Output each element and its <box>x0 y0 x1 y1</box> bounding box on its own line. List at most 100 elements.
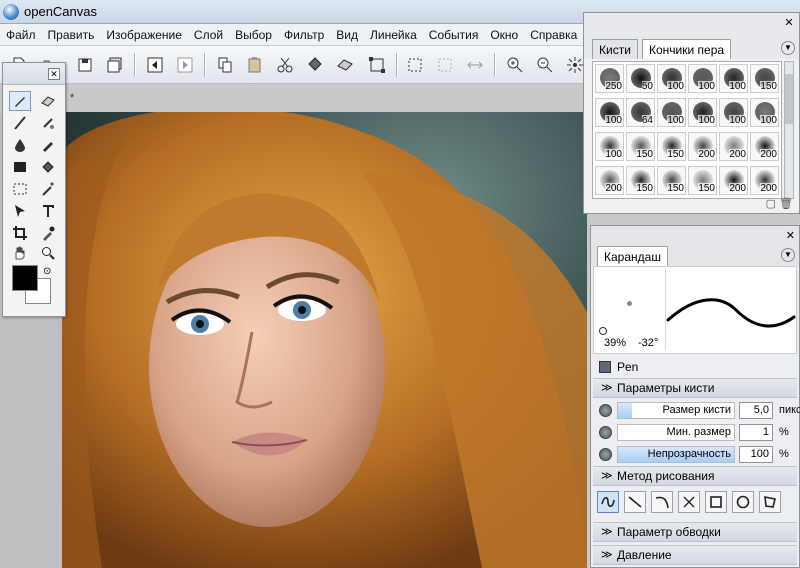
menu-image[interactable]: Изображение <box>100 24 188 46</box>
select-rect-icon[interactable] <box>404 54 426 76</box>
zoom-icon[interactable] <box>37 243 59 263</box>
fill-icon[interactable] <box>304 54 326 76</box>
zoom-out-icon[interactable] <box>534 54 556 76</box>
tab-brushes[interactable]: Кисти <box>592 39 638 59</box>
polygon-icon[interactable] <box>759 491 781 513</box>
pencil-panel-menu-icon[interactable]: ▼ <box>781 248 795 262</box>
brush-tip-cell[interactable]: 150 <box>688 166 717 195</box>
pressure-toggle-icon[interactable] <box>599 404 612 417</box>
marker-icon[interactable] <box>37 135 59 155</box>
tab-pen-tips[interactable]: Кончики пера <box>642 39 732 59</box>
pencil-icon[interactable] <box>9 91 31 111</box>
brush-tip-cell[interactable]: 200 <box>719 166 748 195</box>
eraser-icon[interactable] <box>334 54 356 76</box>
pen-type-row[interactable]: Pen <box>593 356 797 378</box>
zoom-in-icon[interactable] <box>504 54 526 76</box>
menu-window[interactable]: Окно <box>484 24 524 46</box>
airbrush-icon[interactable] <box>37 113 59 133</box>
freehand-icon[interactable] <box>597 491 619 513</box>
param-slider[interactable]: Мин. размер <box>617 424 735 441</box>
tools-panel-header[interactable]: ✕ <box>3 63 65 85</box>
menu-file[interactable]: Файл <box>0 24 42 46</box>
brush-tip-cell[interactable]: 100 <box>719 98 748 127</box>
menu-layer[interactable]: Слой <box>188 24 229 46</box>
brush-tip-cell[interactable]: 100 <box>719 64 748 93</box>
curve-icon[interactable] <box>651 491 673 513</box>
brush-tip-cell[interactable]: 100 <box>595 132 624 161</box>
brush-tip-cell[interactable]: 100 <box>595 98 624 127</box>
brush-tip-cell[interactable]: 100 <box>750 98 779 127</box>
brush-tips-grid[interactable]: 250 50 100 100 100 150 100 64 100 100 100 100 100 150… <box>592 61 782 199</box>
brush-tip-cell[interactable]: 150 <box>657 132 686 161</box>
flip-icon[interactable] <box>464 54 486 76</box>
scrollbar-thumb[interactable] <box>785 74 793 124</box>
polyline-icon[interactable] <box>678 491 700 513</box>
section-stroke-param[interactable]: ≫ Параметр обводки <box>593 522 797 542</box>
text-icon[interactable] <box>37 201 59 221</box>
bucket-icon[interactable] <box>37 157 59 177</box>
menu-events[interactable]: События <box>423 24 485 46</box>
prev-page-icon[interactable] <box>144 54 166 76</box>
deselect-icon[interactable] <box>434 54 456 76</box>
hand-icon[interactable] <box>9 243 31 263</box>
brush-tip-cell[interactable]: 100 <box>657 64 686 93</box>
magic-wand-icon[interactable] <box>37 179 59 199</box>
eyedropper-icon[interactable] <box>37 223 59 243</box>
brush-tip-cell[interactable]: 200 <box>595 166 624 195</box>
menu-select[interactable]: Выбор <box>229 24 278 46</box>
brush-grid-scrollbar[interactable] <box>784 61 794 199</box>
brush-tip-cell[interactable]: 200 <box>719 132 748 161</box>
brush-panel-menu-icon[interactable]: ▼ <box>781 41 795 55</box>
section-brush-params[interactable]: ≫ Параметры кисти <box>593 378 797 398</box>
foreground-color-swatch[interactable] <box>12 265 38 291</box>
brush-tip-cell[interactable]: 200 <box>750 166 779 195</box>
eraser-tool-icon[interactable] <box>37 91 59 111</box>
brush-tip-cell[interactable]: 250 <box>595 64 624 93</box>
brush-tip-cell[interactable]: 150 <box>750 64 779 93</box>
angle-dial-icon[interactable] <box>599 327 607 335</box>
brush-panel-close-button[interactable]: ✕ <box>783 17 795 29</box>
param-value-input[interactable]: 1 <box>739 424 773 441</box>
brush-tip-cell[interactable]: 150 <box>626 132 655 161</box>
save-icon[interactable] <box>74 54 96 76</box>
brush-tip-cell[interactable]: 200 <box>688 132 717 161</box>
brush-panel-footer-icons[interactable]: ▢ 🗑 <box>766 197 793 210</box>
param-slider[interactable]: Непрозрачность <box>617 446 735 463</box>
section-pressure[interactable]: ≫ Давление <box>593 545 797 565</box>
menu-help[interactable]: Справка <box>524 24 583 46</box>
brush-tip-cell[interactable]: 150 <box>626 166 655 195</box>
brush-tip-cell[interactable]: 64 <box>626 98 655 127</box>
pencil-panel-close-button[interactable]: ✕ <box>786 229 795 242</box>
tools-panel-close-button[interactable]: ✕ <box>48 68 60 80</box>
paste-icon[interactable] <box>244 54 266 76</box>
brush-tip-cell[interactable]: 100 <box>657 98 686 127</box>
crop-icon[interactable] <box>9 223 31 243</box>
copy-icon[interactable] <box>214 54 236 76</box>
fill-rect-icon[interactable] <box>9 157 31 177</box>
pressure-toggle-icon[interactable] <box>599 448 612 461</box>
brush-icon[interactable] <box>9 113 31 133</box>
next-page-icon[interactable] <box>174 54 196 76</box>
brush-tip-cell[interactable]: 100 <box>688 98 717 127</box>
transform-icon[interactable] <box>366 54 388 76</box>
param-value-input[interactable]: 100 <box>739 446 773 463</box>
swap-colors-icon[interactable]: ⊙ <box>43 266 51 277</box>
line-icon[interactable] <box>624 491 646 513</box>
brush-tip-cell[interactable]: 150 <box>657 166 686 195</box>
param-value-input[interactable]: 5,0 <box>739 402 773 419</box>
brush-tip-cell[interactable]: 200 <box>750 132 779 161</box>
water-icon[interactable] <box>9 135 31 155</box>
menu-edit[interactable]: Править <box>42 24 101 46</box>
param-slider[interactable]: Размер кисти <box>617 402 735 419</box>
move-icon[interactable] <box>9 201 31 221</box>
tab-pencil[interactable]: Карандаш <box>597 246 668 266</box>
brush-tip-cell[interactable]: 100 <box>688 64 717 93</box>
menu-filter[interactable]: Фильтр <box>278 24 330 46</box>
menu-ruler[interactable]: Линейка <box>364 24 423 46</box>
rect-select-icon[interactable] <box>9 179 31 199</box>
pressure-toggle-icon[interactable] <box>599 426 612 439</box>
section-draw-method[interactable]: ≫ Метод рисования <box>593 466 797 486</box>
rectangle-icon[interactable] <box>705 491 727 513</box>
brush-tip-cell[interactable]: 50 <box>626 64 655 93</box>
save-all-icon[interactable] <box>104 54 126 76</box>
